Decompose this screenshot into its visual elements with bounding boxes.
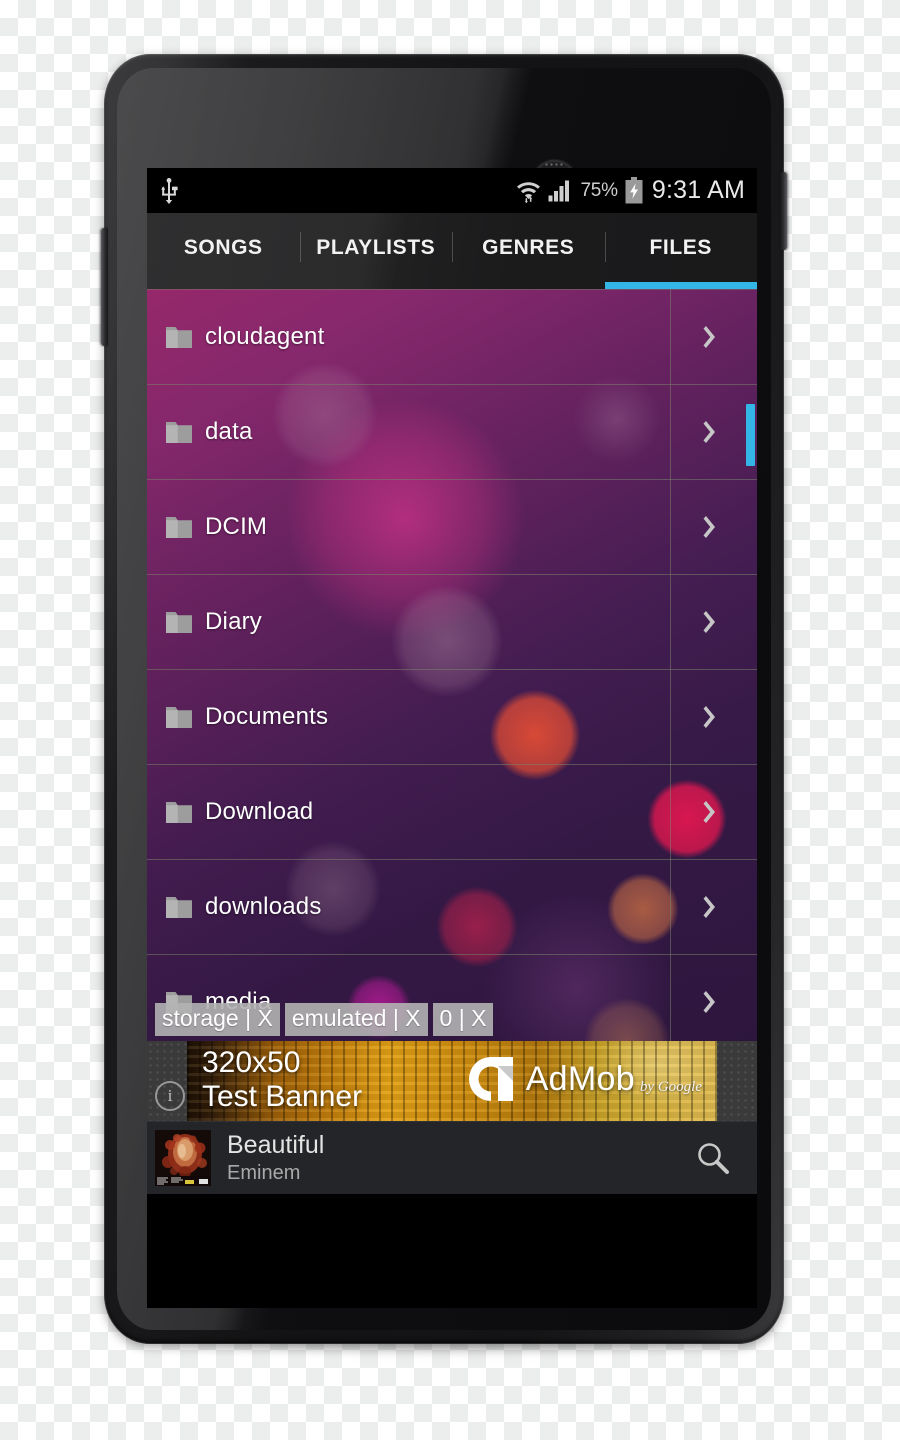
tab-songs[interactable]: SONGS xyxy=(147,213,300,289)
battery-percent-label: 75% xyxy=(580,179,618,201)
list-item-label: downloads xyxy=(205,893,322,920)
device-front-glass: 75% 9:31 AM SONGS PLAYLISTS GENRES FILES… xyxy=(117,68,771,1330)
now-playing-title: Beautiful xyxy=(227,1131,325,1159)
breadcrumb: storage | X emulated | X 0 | X xyxy=(155,1002,494,1036)
admob-logo-icon xyxy=(468,1057,513,1101)
folder-icon xyxy=(166,707,192,728)
now-playing-bar[interactable]: Beautiful Eminem xyxy=(147,1121,757,1194)
usb-icon xyxy=(161,177,178,204)
chevron-right-icon[interactable] xyxy=(702,609,721,635)
folder-icon xyxy=(166,612,192,633)
chevron-right-icon[interactable] xyxy=(702,324,721,350)
breadcrumb-item-0[interactable]: 0 | X xyxy=(432,1002,494,1036)
tab-bar: SONGS PLAYLISTS GENRES FILES xyxy=(147,213,757,289)
file-rows: cloudagent data DCIM Diary Documents Dow… xyxy=(147,289,757,1041)
cellular-signal-icon xyxy=(548,180,570,201)
tab-songs-label: SONGS xyxy=(183,236,263,259)
chevron-right-icon[interactable] xyxy=(702,989,721,1015)
now-playing-artist: Eminem xyxy=(227,1162,301,1184)
status-bar-clock: 9:31 AM xyxy=(651,176,745,204)
tab-genres[interactable]: GENRES xyxy=(452,213,605,289)
folder-icon xyxy=(166,802,192,823)
admob-by-google: by Google xyxy=(639,1079,702,1095)
breadcrumb-item-storage[interactable]: storage | X xyxy=(155,1002,280,1036)
list-item-label: cloudagent xyxy=(205,323,325,350)
status-bar-right: 75% 9:31 AM xyxy=(516,176,745,205)
transparent-backdrop: 75% 9:31 AM SONGS PLAYLISTS GENRES FILES… xyxy=(0,0,900,1440)
battery-charging-icon xyxy=(625,177,643,204)
list-scrollbar-thumb[interactable] xyxy=(746,404,755,466)
table-row[interactable]: Diary xyxy=(147,575,757,670)
screen-bottom-edge xyxy=(147,1194,757,1209)
ad-line-2: Test Banner xyxy=(202,1080,363,1114)
ad-line-1: 320x50 xyxy=(202,1046,301,1079)
wifi-icon xyxy=(517,181,541,203)
folder-icon xyxy=(166,897,192,918)
chevron-right-icon[interactable] xyxy=(702,704,721,730)
now-playing-meta: Beautiful Eminem xyxy=(227,1131,324,1185)
list-item-label: data xyxy=(205,418,253,445)
chevron-right-icon[interactable] xyxy=(702,419,721,445)
admob-wordmark: AdMob xyxy=(525,1059,635,1098)
breadcrumb-item-emulated[interactable]: emulated | X xyxy=(284,1002,428,1036)
power-button[interactable] xyxy=(780,172,787,250)
album-art-image xyxy=(155,1130,211,1186)
table-row[interactable]: cloudagent xyxy=(147,289,757,385)
folder-icon xyxy=(166,422,192,443)
list-item-label: Documents xyxy=(205,703,329,730)
ad-headline: 320x50 Test Banner xyxy=(202,1046,362,1114)
tab-selected-indicator xyxy=(604,282,757,289)
tab-playlists-label: PLAYLISTS xyxy=(316,236,436,259)
list-item-label: Diary xyxy=(205,608,263,635)
admob-branding: AdMob by Google xyxy=(465,1053,702,1105)
tab-genres-label: GENRES xyxy=(482,236,575,259)
phone-screen: 75% 9:31 AM SONGS PLAYLISTS GENRES FILES… xyxy=(147,168,757,1308)
status-bar: 75% 9:31 AM xyxy=(147,168,757,213)
tab-files[interactable]: FILES xyxy=(604,213,757,289)
status-bar-left xyxy=(159,177,179,204)
list-item-label: DCIM xyxy=(205,513,268,540)
album-art[interactable] xyxy=(155,1130,211,1186)
phone-device: 75% 9:31 AM SONGS PLAYLISTS GENRES FILES… xyxy=(101,54,787,1355)
table-row[interactable]: DCIM xyxy=(147,480,757,575)
volume-rocker-button[interactable] xyxy=(101,228,108,346)
chevron-right-icon[interactable] xyxy=(702,514,721,540)
table-row[interactable]: downloads xyxy=(147,860,757,955)
search-icon[interactable] xyxy=(695,1140,731,1176)
list-item-label: Download xyxy=(205,798,314,825)
table-row[interactable]: Documents xyxy=(147,670,757,765)
tab-files-label: FILES xyxy=(649,236,712,259)
folder-icon xyxy=(166,517,192,538)
table-row[interactable]: data xyxy=(147,385,757,480)
chevron-right-icon[interactable] xyxy=(702,894,721,920)
tab-playlists[interactable]: PLAYLISTS xyxy=(299,213,453,289)
chevron-right-icon[interactable] xyxy=(702,799,721,825)
ad-creative[interactable]: 320x50 Test Banner AdMob by Google xyxy=(187,1041,717,1121)
folder-icon xyxy=(166,327,192,348)
file-list[interactable]: cloudagent data DCIM Diary Documents Dow… xyxy=(147,289,757,1041)
table-row[interactable]: Download xyxy=(147,765,757,860)
info-icon[interactable]: i xyxy=(155,1081,185,1111)
ad-banner[interactable]: i 320x50 Test Banner AdMob by Google xyxy=(147,1041,757,1121)
